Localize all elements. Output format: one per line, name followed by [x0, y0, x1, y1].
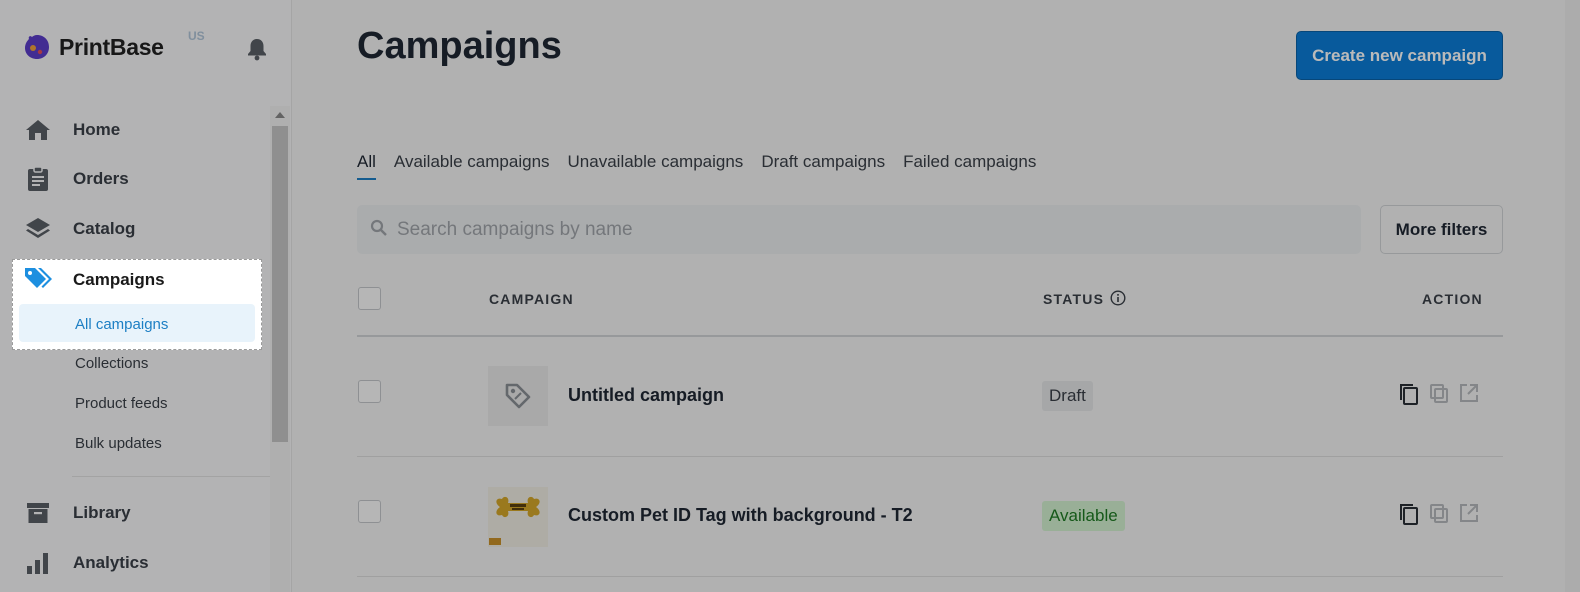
home-icon	[24, 116, 52, 144]
sidebar-subitem-product-feeds[interactable]: Product feeds	[75, 395, 168, 412]
duplicate-icon[interactable]	[1428, 382, 1450, 411]
tab-failed[interactable]: Failed campaigns	[903, 152, 1036, 180]
sidebar-subitem-all-campaigns[interactable]: All campaigns	[75, 316, 168, 333]
column-header-action: ACTION	[1422, 291, 1483, 307]
external-link-icon[interactable]	[1458, 382, 1480, 409]
printbase-logo[interactable]: PrintBase US	[22, 29, 205, 62]
tab-all[interactable]: All	[357, 152, 376, 180]
tab-available[interactable]: Available campaigns	[394, 152, 550, 180]
sidebar-divider	[72, 476, 270, 477]
sidebar-item-label: Orders	[73, 169, 129, 188]
search-icon	[370, 219, 388, 242]
tag-icon	[24, 266, 54, 297]
column-header-campaign: CAMPAIGN	[489, 291, 574, 307]
bar-chart-icon	[24, 549, 52, 577]
campaign-tabs: All Available campaigns Unavailable camp…	[357, 152, 1054, 180]
campaign-name[interactable]: Custom Pet ID Tag with background - T2	[568, 505, 913, 526]
sidebar-item-label: Analytics	[73, 553, 149, 572]
page-scrollbar[interactable]	[1565, 0, 1580, 592]
layers-icon	[24, 215, 52, 243]
campaign-name[interactable]: Untitled campaign	[568, 385, 724, 406]
row-checkbox[interactable]	[358, 380, 381, 403]
sidebar-item-catalog[interactable]: Catalog	[24, 209, 135, 249]
copy-icon[interactable]	[1398, 502, 1420, 531]
app-window: PrintBase US Home Orders Catalog Collect…	[0, 0, 1580, 592]
sidebar-subitem-bulk-updates[interactable]: Bulk updates	[75, 435, 162, 452]
campaign-thumbnail	[488, 366, 548, 426]
sidebar-item-home[interactable]: Home	[24, 110, 120, 150]
status-badge: Draft	[1042, 381, 1093, 411]
create-campaign-button[interactable]: Create new campaign	[1296, 31, 1503, 80]
sidebar-item-library[interactable]: Library	[24, 493, 131, 533]
more-filters-button[interactable]: More filters	[1380, 205, 1503, 254]
printbase-logo-icon	[25, 35, 49, 59]
select-all-checkbox[interactable]	[358, 287, 381, 310]
sidebar-item-analytics[interactable]: Analytics	[24, 543, 149, 583]
sidebar-item-campaigns[interactable]: Campaigns	[73, 270, 165, 290]
column-header-status: STATUS	[1043, 291, 1105, 307]
tag-placeholder-icon	[505, 383, 531, 409]
search-bar	[357, 205, 1361, 254]
scroll-up-arrow-icon[interactable]	[275, 112, 285, 118]
row-divider	[357, 576, 1503, 577]
sidebar-item-label: Home	[73, 120, 121, 139]
highlighted-campaigns-section: Campaigns All campaigns	[12, 259, 262, 350]
copy-icon[interactable]	[1398, 382, 1420, 411]
sidebar-subitem-collections[interactable]: Collections	[75, 355, 148, 372]
duplicate-icon[interactable]	[1428, 502, 1450, 531]
sidebar-item-label: Catalog	[73, 219, 136, 238]
pet-tag-product-image	[488, 487, 548, 547]
row-divider	[357, 456, 1503, 457]
table-header-divider	[357, 335, 1503, 337]
bell-icon[interactable]	[246, 37, 268, 66]
clipboard-icon	[24, 165, 52, 193]
status-badge: Available	[1042, 501, 1125, 531]
info-icon[interactable]	[1110, 290, 1126, 311]
campaign-thumbnail	[488, 487, 548, 547]
sidebar-scroll-thumb[interactable]	[272, 126, 288, 442]
logo-text: PrintBase	[59, 33, 164, 60]
tab-unavailable[interactable]: Unavailable campaigns	[568, 152, 744, 180]
logo-region-badge: US	[188, 29, 205, 43]
page-title: Campaigns	[357, 25, 562, 67]
search-input[interactable]	[395, 217, 1299, 243]
row-checkbox[interactable]	[358, 500, 381, 523]
archive-icon	[24, 499, 52, 527]
tab-draft[interactable]: Draft campaigns	[761, 152, 885, 180]
sidebar-item-orders[interactable]: Orders	[24, 159, 129, 199]
sidebar-item-label: Library	[73, 503, 131, 522]
external-link-icon[interactable]	[1458, 502, 1480, 529]
